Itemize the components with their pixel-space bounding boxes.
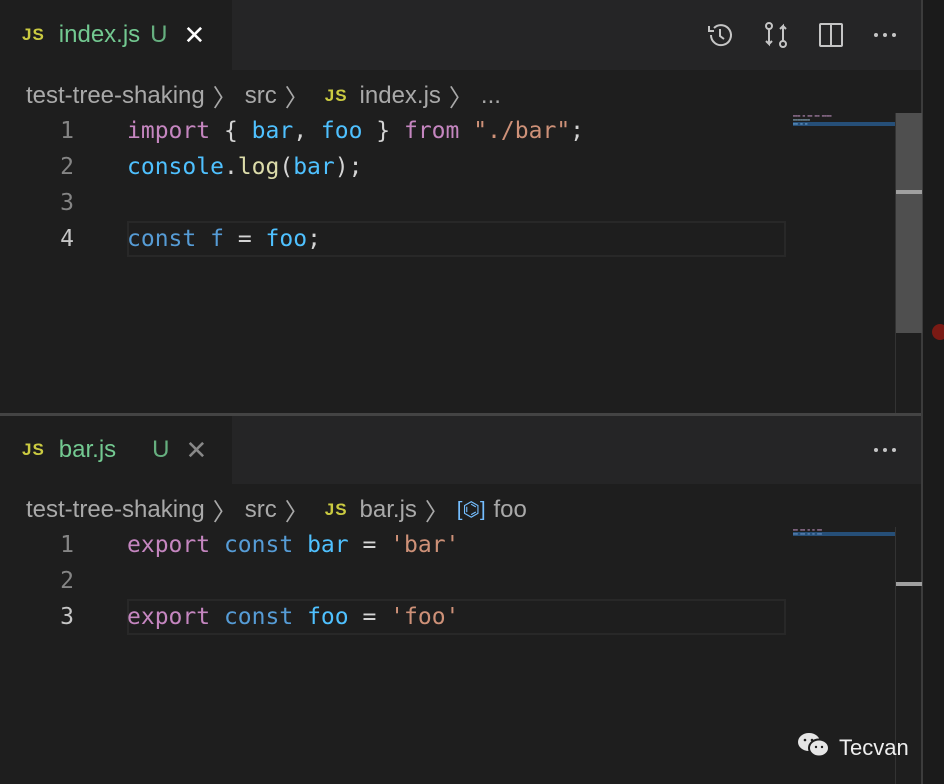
code-line: 2 console.log(bar); (0, 149, 362, 185)
breadcrumb-folder[interactable]: src (245, 82, 277, 110)
editor-index-js: JS index.js U ✕ test-tree-shaking 〉 src … (0, 0, 922, 413)
minimap[interactable]: ▬▬▬ ▬ ▬▬ ▬▬ ▬▬▬▬ ▬▬▬▬▬▬▬ ▬▬ ▬ ▬ (793, 114, 895, 126)
breadcrumb-project[interactable]: test-tree-shaking (26, 82, 205, 110)
code-area[interactable]: 1 export const bar = 'bar' 2 3 export cons… (0, 527, 786, 635)
js-file-icon: JS (324, 85, 348, 105)
tab-bar-js[interactable]: JS bar.js U ✕ (0, 416, 232, 484)
tab-index-js[interactable]: JS index.js U ✕ (0, 0, 232, 70)
breadcrumb-project[interactable]: test-tree-shaking (26, 496, 205, 524)
chevron-right-icon: 〉 (424, 499, 449, 526)
vertical-scrollbar[interactable] (895, 113, 922, 413)
breadcrumb-file[interactable]: bar.js (360, 496, 417, 524)
chevron-right-icon: 〉 (212, 85, 237, 112)
code-line: 1 import { bar, foo } from "./bar"; (0, 113, 584, 149)
tab-bar: JS index.js U ✕ (0, 0, 921, 70)
breadcrumb-file[interactable]: index.js (360, 82, 441, 110)
js-file-icon: JS (22, 440, 45, 459)
split-editor-icon[interactable] (817, 21, 845, 49)
chevron-right-icon: 〉 (448, 85, 473, 112)
code-line-current: 4 const f = foo; (0, 221, 786, 257)
breadcrumb-symbol[interactable]: foo (494, 496, 527, 524)
scrollbar-thumb[interactable] (896, 113, 922, 333)
chevron-right-icon: 〉 (212, 499, 237, 526)
close-icon[interactable]: ✕ (184, 20, 206, 51)
cursor-marker (896, 190, 922, 194)
code-line: 1 export const bar = 'bar' (0, 527, 459, 563)
cursor-marker (896, 582, 922, 586)
line-number: 4 (60, 226, 74, 252)
breadcrumb: test-tree-shaking 〉 src 〉 JS bar.js 〉 [⌬… (26, 492, 527, 527)
js-file-icon: JS (324, 499, 348, 519)
minimap[interactable]: ▬▬ ▬▬ ▬ ▬ ▬▬ ▬▬ ▬▬ ▬ ▬ ▬▬ (793, 528, 895, 536)
tab-label: bar.js (58, 436, 117, 463)
breadcrumb: test-tree-shaking 〉 src 〉 JS index.js 〉 … (26, 78, 501, 113)
compare-changes-icon[interactable] (761, 20, 791, 50)
untracked-badge: U (150, 21, 168, 48)
line-number: 1 (60, 532, 74, 558)
close-icon[interactable]: ✕ (186, 435, 208, 466)
breadcrumb-symbol[interactable]: ... (481, 82, 501, 110)
code-line: 3 (0, 185, 74, 221)
chevron-right-icon: 〉 (284, 499, 309, 526)
breadcrumb-folder[interactable]: src (245, 496, 277, 524)
code-area[interactable]: 1 import { bar, foo } from "./bar"; 2 cons… (0, 113, 786, 257)
side-strip (923, 0, 944, 784)
js-file-icon: JS (22, 25, 45, 44)
variable-symbol-icon: [⌬] (456, 499, 486, 521)
chevron-right-icon: 〉 (284, 85, 309, 112)
more-actions-icon[interactable] (871, 436, 899, 464)
tab-bar: JS bar.js U ✕ (0, 416, 921, 484)
line-number: 3 (60, 190, 74, 216)
more-actions-icon[interactable] (871, 21, 899, 49)
watermark-text: Tecvan (839, 735, 909, 760)
wechat-icon (797, 731, 831, 765)
watermark: Tecvan (797, 731, 909, 765)
line-number: 1 (60, 118, 74, 144)
line-number: 2 (60, 154, 74, 180)
code-line: 2 (0, 563, 74, 599)
editor-bar-js: JS bar.js U ✕ test-tree-shaking 〉 src 〉 … (0, 416, 922, 784)
line-number: 3 (60, 604, 74, 630)
line-number: 2 (60, 568, 74, 594)
tab-label: index.js (58, 21, 141, 48)
timeline-icon[interactable] (705, 20, 735, 50)
breakpoint-indicator (932, 324, 944, 340)
code-line-current: 3 export const foo = 'foo' (0, 599, 786, 635)
untracked-badge: U (152, 436, 170, 463)
